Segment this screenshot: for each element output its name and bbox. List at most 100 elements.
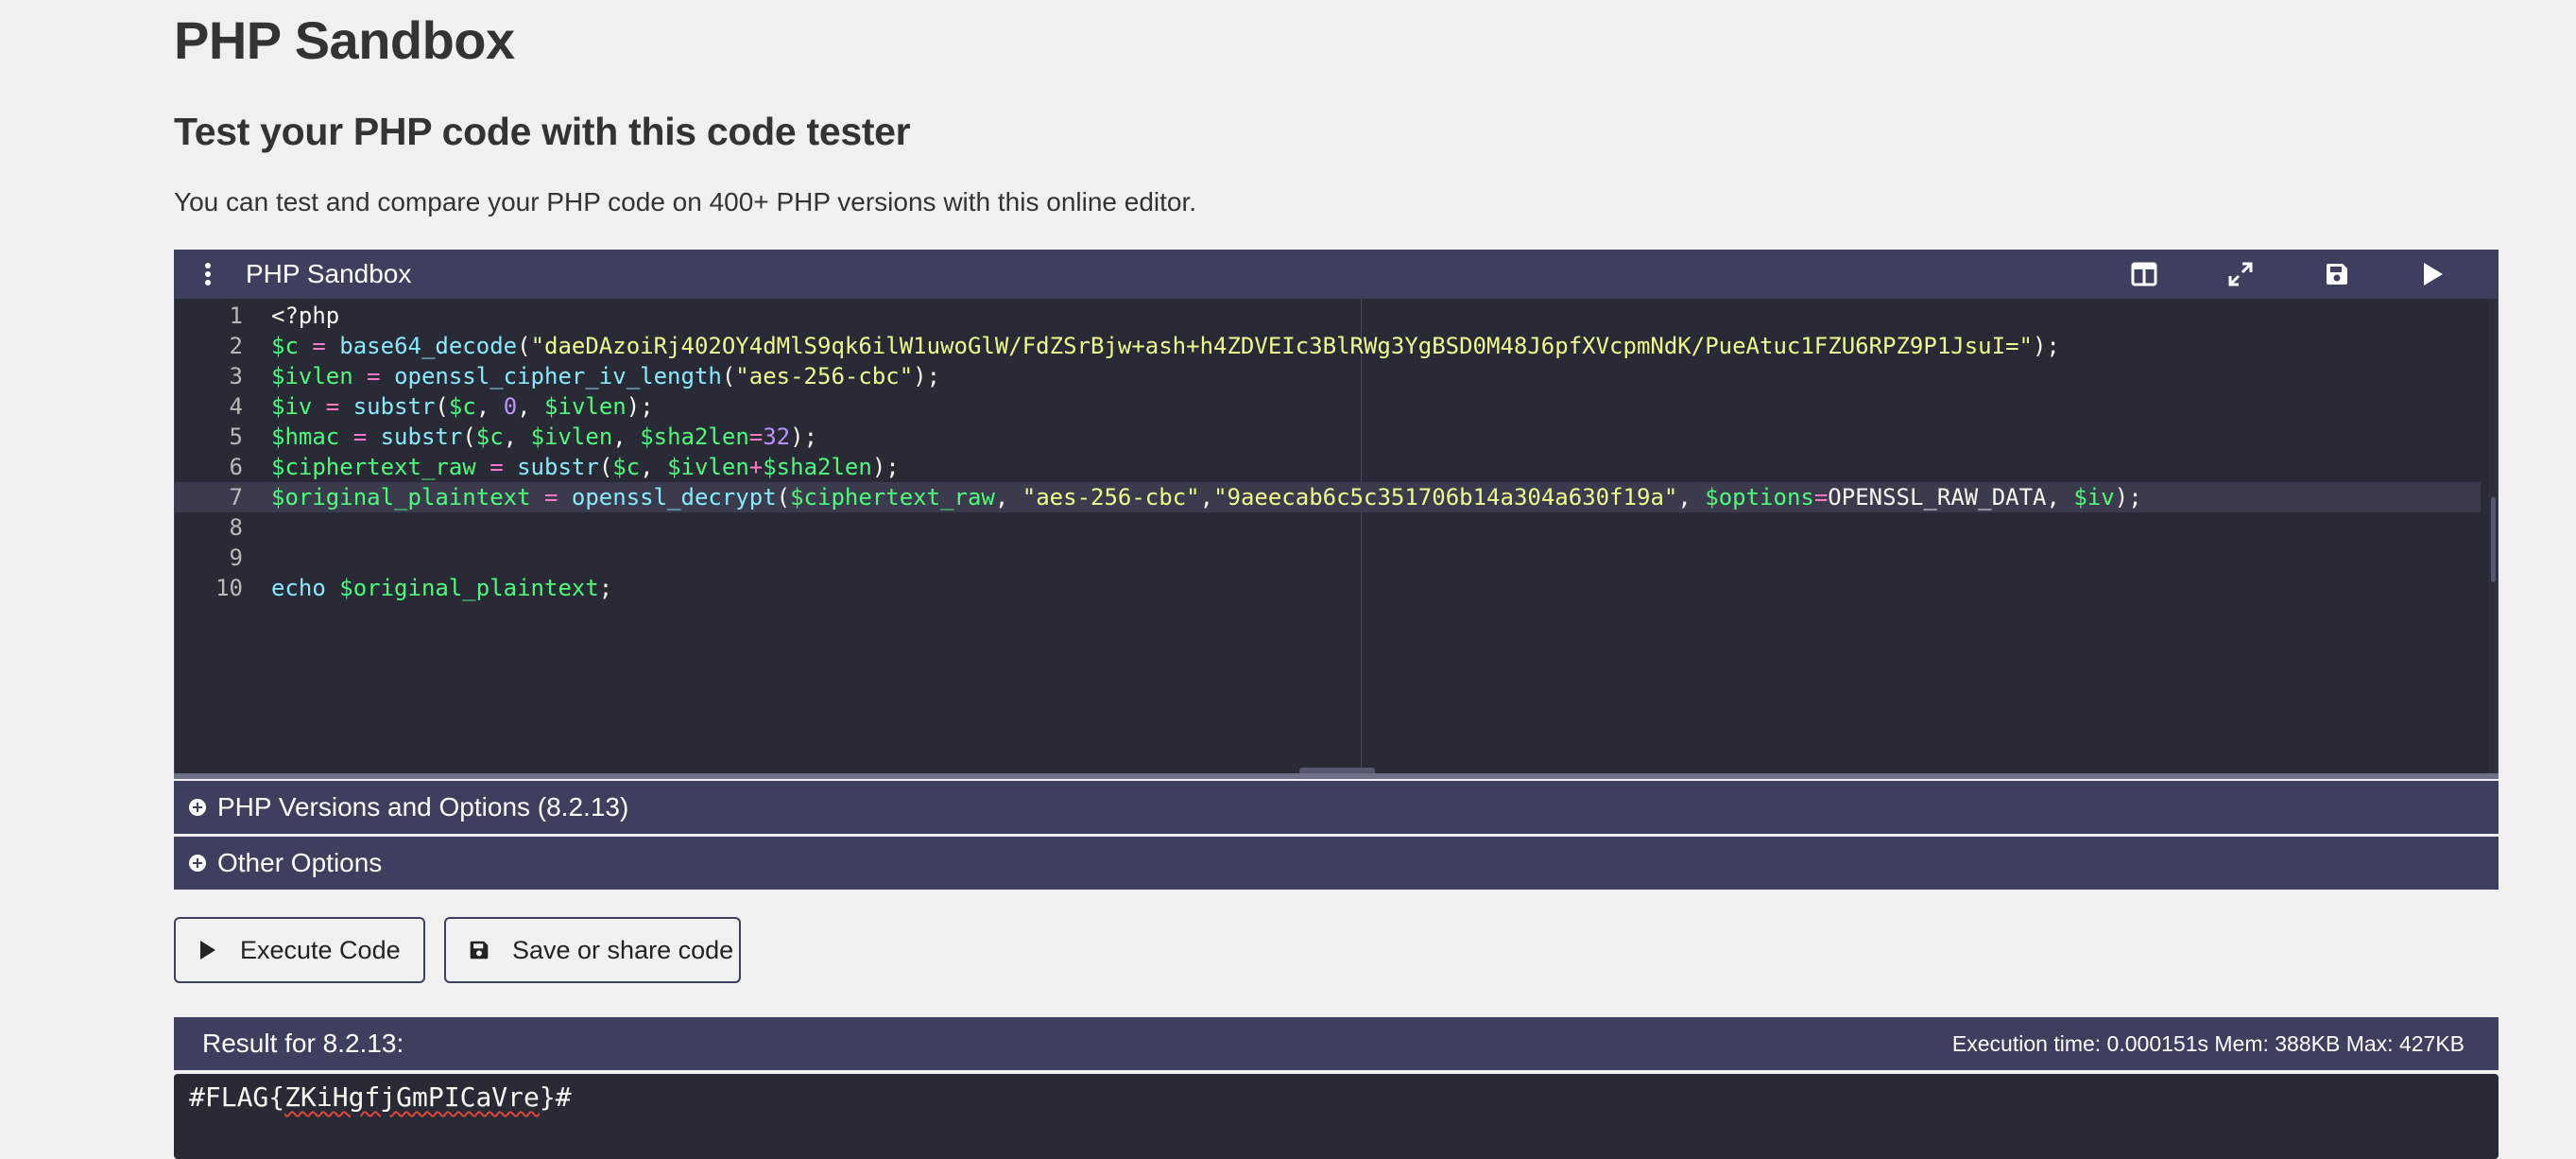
line-content: $original_plaintext = openssl_decrypt($c…	[271, 482, 2142, 512]
line-number: 5	[229, 424, 243, 450]
accordion-label: PHP Versions and Options (8.2.13)	[217, 792, 629, 822]
other-options-accordion[interactable]: Other Options	[174, 837, 2499, 890]
line-number: 8	[229, 514, 243, 541]
code-editor-panel: PHP Sandbox 1 <?php 2 $c = base64_decode…	[174, 250, 2499, 779]
button-label: Save or share code	[512, 935, 734, 964]
code-token: $original_plaintext	[271, 484, 531, 510]
code-line[interactable]: 10 echo $original_plaintext;	[175, 573, 2481, 603]
editor-bottom-border	[174, 773, 2499, 779]
editor-scrollbar[interactable]	[2488, 299, 2498, 773]
line-content: $c = base64_decode("daeDAzoiRj402OY4dMlS…	[271, 331, 2060, 361]
accordion-label: Other Options	[217, 848, 383, 877]
code-token: =	[298, 333, 340, 359]
result-title: Result for 8.2.13:	[202, 1029, 404, 1058]
code-token: ,	[994, 484, 1022, 510]
code-token: =	[1813, 484, 1829, 510]
code-token: (	[435, 393, 449, 420]
code-token: (	[462, 424, 476, 450]
code-token: ,	[503, 424, 531, 450]
split-view-icon[interactable]	[2096, 250, 2192, 299]
code-token: ,	[640, 454, 668, 480]
code-token: $original_plaintext	[339, 575, 599, 601]
code-token: <?php	[271, 303, 340, 329]
code-line[interactable]: 8	[175, 512, 2481, 543]
code-token: substr	[517, 454, 599, 480]
code-token: echo	[271, 575, 326, 601]
result-output: #FLAG{ZKiHgfjGmPICaVre}#	[174, 1074, 2499, 1159]
code-token: substr	[352, 393, 436, 420]
code-token: );	[2114, 484, 2142, 510]
line-number: 9	[229, 545, 243, 571]
php-versions-accordion[interactable]: PHP Versions and Options (8.2.13)	[174, 781, 2499, 834]
code-line[interactable]: 5 $hmac = substr($c, $ivlen, $sha2len=32)…	[175, 422, 2481, 452]
code-token: $ivlen	[530, 424, 613, 450]
output-flag: ZKiHgfjGmPICaVre	[284, 1081, 540, 1113]
code-token: $iv	[271, 393, 313, 420]
code-token: =	[475, 454, 518, 480]
save-share-button[interactable]: Save or share code	[444, 917, 741, 983]
code-line[interactable]: 4 $iv = substr($c, 0, $ivlen);	[175, 391, 2481, 422]
result-header: Result for 8.2.13: Execution time: 0.000…	[174, 1017, 2499, 1070]
code-token: (	[598, 454, 613, 480]
expand-icon[interactable]	[2192, 250, 2289, 299]
output-suffix: }#	[539, 1081, 572, 1113]
code-token: ,	[1677, 484, 1706, 510]
editor-title: PHP Sandbox	[246, 259, 412, 288]
run-icon[interactable]	[2385, 250, 2482, 299]
code-token: $c	[271, 333, 299, 359]
code-token: $options	[1705, 484, 1814, 510]
execute-code-button[interactable]: Execute Code	[174, 917, 425, 983]
code-token: =	[339, 424, 381, 450]
plus-circle-icon	[189, 855, 206, 872]
code-token: openssl_decrypt	[571, 484, 777, 510]
code-token: ,	[517, 393, 545, 420]
code-token: 32	[763, 424, 791, 450]
more-options-icon[interactable]	[187, 250, 229, 299]
save-icon[interactable]	[2289, 250, 2385, 299]
code-token: =	[312, 393, 353, 420]
code-line[interactable]: 3 $ivlen = openssl_cipher_iv_length("aes-…	[175, 361, 2481, 391]
line-number: 2	[229, 333, 243, 359]
editor-resize-handle[interactable]	[1299, 768, 1375, 773]
code-token: $iv	[2073, 484, 2115, 510]
code-token: $ciphertext_raw	[271, 454, 476, 480]
code-token: );	[626, 393, 654, 420]
code-token: +	[748, 454, 764, 480]
code-line[interactable]: 1 <?php	[175, 301, 2481, 331]
code-token: =	[352, 363, 395, 389]
plus-circle-icon	[189, 799, 206, 816]
code-token: $sha2len	[640, 424, 749, 450]
code-token: $ciphertext_raw	[790, 484, 995, 510]
code-token: "aes-256-cbc"	[735, 363, 914, 389]
code-token: ,	[612, 424, 641, 450]
line-content: $hmac = substr($c, $ivlen, $sha2len=32);	[271, 422, 817, 452]
line-number: 4	[229, 393, 243, 420]
code-token: (	[721, 363, 736, 389]
code-token: base64_decode	[339, 333, 518, 359]
code-token: $ivlen	[544, 393, 627, 420]
code-token: $ivlen	[667, 454, 749, 480]
line-content: $ciphertext_raw = substr($c, $ivlen+$sha…	[271, 452, 900, 482]
line-number: 1	[229, 303, 243, 329]
code-line[interactable]: 9	[175, 543, 2481, 573]
line-content: echo $original_plaintext;	[271, 573, 612, 603]
code-token: $sha2len	[763, 454, 872, 480]
code-token: );	[913, 363, 941, 389]
code-line[interactable]: 6 $ciphertext_raw = substr($c, $ivlen+$sh…	[175, 452, 2481, 482]
code-token: 0	[503, 393, 518, 420]
scrollbar-thumb[interactable]	[2491, 497, 2496, 582]
code-line[interactable]: 7 $original_plaintext = openssl_decrypt($…	[175, 482, 2481, 512]
code-line[interactable]: 2 $c = base64_decode("daeDAzoiRj402OY4dMl…	[175, 331, 2481, 361]
code-token: (	[776, 484, 791, 510]
page-intro: You can test and compare your PHP code o…	[174, 187, 1197, 216]
execution-stats: Execution time: 0.000151s Mem: 388KB Max…	[1951, 1030, 2464, 1056]
line-number: 3	[229, 363, 243, 389]
page-subtitle: Test your PHP code with this code tester	[174, 110, 911, 153]
code-token: =	[530, 484, 572, 510]
code-editor[interactable]: 1 <?php 2 $c = base64_decode("daeDAzoiRj402…	[174, 299, 2499, 773]
code-token: ,	[2046, 484, 2074, 510]
button-label: Execute Code	[240, 935, 401, 964]
code-token: $c	[475, 424, 504, 450]
play-icon	[198, 939, 217, 961]
